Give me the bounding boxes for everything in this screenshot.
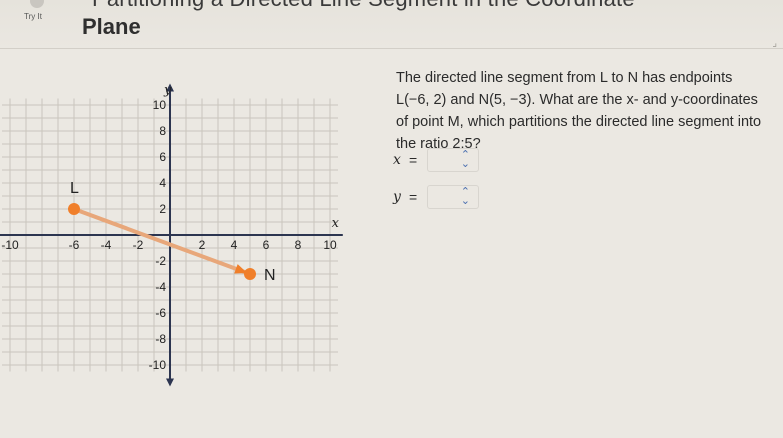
x-variable-label: x xyxy=(393,152,401,168)
x-tick-label: 2 xyxy=(199,238,206,252)
y-tick-label: 6 xyxy=(159,150,166,164)
x-answer-dropdown[interactable]: ⌃ ⌄ xyxy=(427,148,479,172)
lesson-title: Partitioning a Directed Line Segment in … xyxy=(92,0,635,12)
x-tick-label: 6 xyxy=(263,238,270,252)
y-axis-arrow-down-icon xyxy=(166,378,174,387)
x-answer-row: x = ⌃ ⌄ xyxy=(393,148,479,172)
try-it-label: Try It xyxy=(24,12,42,21)
point-L xyxy=(68,203,80,215)
y-axis-label: y xyxy=(163,83,172,98)
corner-marker-icon: ⌟ xyxy=(772,38,777,49)
y-tick-label: 8 xyxy=(159,124,166,138)
point-L-label: L xyxy=(70,180,79,197)
spinner-icon: ⌃ ⌄ xyxy=(460,186,470,207)
y-tick-label: -6 xyxy=(155,306,166,320)
y-answer-row: y = ⌃ ⌄ xyxy=(393,185,479,209)
y-answer-dropdown[interactable]: ⌃ ⌄ xyxy=(427,185,479,209)
x-equals-sign: = xyxy=(409,152,418,168)
y-tick-label: 10 xyxy=(153,98,167,112)
question-text: The directed line segment from L to N ha… xyxy=(396,70,762,152)
y-tick-label: 4 xyxy=(159,176,166,190)
x-tick-label: -10 xyxy=(1,238,19,252)
x-tick-label: 4 xyxy=(231,238,238,252)
coordinate-graph: y x -10 -6 -4 -2 2 4 6 8 10 10 8 6 4 2 -2 -4 -6 -8 -10 L N xyxy=(0,58,360,388)
x-tick-label: -4 xyxy=(101,238,112,252)
point-N-label: N xyxy=(264,267,276,284)
y-equals-sign: = xyxy=(409,189,418,205)
y-variable-label: y xyxy=(393,189,401,205)
x-axis-label: x xyxy=(332,216,340,231)
page-title: Plane xyxy=(82,14,141,39)
y-tick-label: -4 xyxy=(155,280,166,294)
y-tick-label: -8 xyxy=(155,332,166,346)
header-divider xyxy=(0,48,783,49)
x-tick-label: 8 xyxy=(295,238,302,252)
x-tick-label: -2 xyxy=(133,238,144,252)
graph-svg: y x -10 -6 -4 -2 2 4 6 8 10 10 8 6 4 2 -2 -4 -6 -8 -10 L N xyxy=(0,83,343,387)
y-tick-label: -2 xyxy=(155,254,166,268)
point-N xyxy=(244,268,256,280)
x-tick-label: 10 xyxy=(323,238,337,252)
spinner-icon: ⌃ ⌄ xyxy=(460,149,470,170)
x-tick-label: -6 xyxy=(69,238,80,252)
y-tick-label: 2 xyxy=(159,202,166,216)
y-tick-label: -10 xyxy=(149,358,167,372)
